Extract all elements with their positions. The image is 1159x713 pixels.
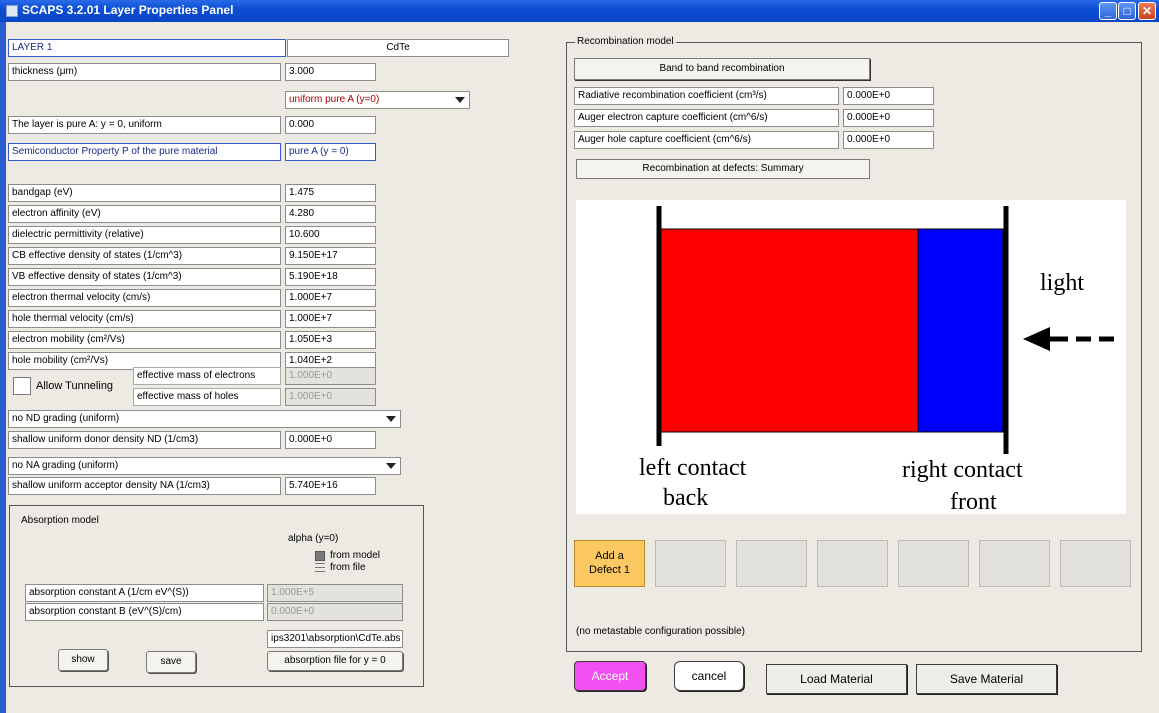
nd-grading-value: no ND grading (uniform)	[12, 413, 120, 424]
radiative-coef-input[interactable]: 0.000E+0	[843, 87, 934, 105]
current-layer-rect	[659, 228, 919, 433]
save-material-button[interactable]: Save Material	[916, 664, 1057, 694]
from-model-radio[interactable]	[315, 551, 325, 561]
composition-select[interactable]: uniform pure A (y=0)	[285, 91, 470, 109]
window-title: SCAPS 3.2.01 Layer Properties Panel	[22, 3, 234, 17]
hole-mass-label: effective mass of holes	[133, 388, 281, 406]
metastable-note: (no metastable configuration possible)	[576, 626, 745, 637]
absorption-file-path: ips3201\absorption\CdTe.abs	[267, 630, 403, 648]
chevron-down-icon	[384, 460, 398, 472]
add-defect-label-1: Add a	[595, 550, 624, 562]
property-label: VB effective density of states (1/cm^3)	[8, 268, 281, 286]
defect-slot[interactable]	[898, 540, 969, 587]
property-input[interactable]: 1.000E+7	[285, 310, 376, 328]
show-button[interactable]: show	[58, 649, 108, 671]
recombination-model-title: Recombination model	[575, 36, 676, 47]
property-label: bandgap (eV)	[8, 184, 281, 202]
allow-tunneling-label: Allow Tunneling	[36, 380, 114, 392]
defect-slot[interactable]	[979, 540, 1050, 587]
auger-hole-input[interactable]: 0.000E+0	[843, 131, 934, 149]
device-diagram: light left contact back right contact fr…	[576, 200, 1126, 515]
electron-mass-input[interactable]: 1.000E+0	[285, 367, 376, 385]
na-grading-select[interactable]: no NA grading (uniform)	[8, 457, 401, 475]
layer-name: LAYER 1	[8, 39, 286, 57]
property-input[interactable]: 9.150E+17	[285, 247, 376, 265]
property-input[interactable]: 5.190E+18	[285, 268, 376, 286]
radiative-coef-label: Radiative recombination coefficient (cm³…	[574, 87, 839, 105]
accept-button[interactable]: Accept	[574, 661, 646, 691]
pure-a-label: The layer is pure A: y = 0, uniform	[8, 116, 281, 134]
from-file-label: from file	[330, 562, 366, 573]
chevron-down-icon	[384, 413, 398, 425]
load-material-button[interactable]: Load Material	[766, 664, 907, 694]
pure-a-input[interactable]: 0.000	[285, 116, 376, 134]
thickness-label: thickness (μm)	[8, 63, 281, 81]
property-label: electron affinity (eV)	[8, 205, 281, 223]
layer-material-field[interactable]: CdTe	[287, 39, 509, 57]
defect-slot[interactable]	[817, 540, 888, 587]
minimize-button[interactable]: _	[1099, 2, 1117, 20]
nd-density-input[interactable]: 0.000E+0	[285, 431, 376, 449]
light-label: light	[1040, 270, 1085, 296]
electron-mass-label: effective mass of electrons	[133, 367, 281, 385]
light-arrow-head	[1023, 327, 1050, 351]
defects-summary-button[interactable]: Recombination at defects: Summary	[576, 159, 870, 179]
absorption-b-label: absorption constant B (eV^(S)/cm)	[25, 603, 264, 621]
property-label: hole thermal velocity (cm/s)	[8, 310, 281, 328]
add-defect-button[interactable]: Add a Defect 1	[574, 540, 645, 587]
window-border	[0, 22, 6, 713]
property-input[interactable]: 4.280	[285, 205, 376, 223]
from-file-radio[interactable]	[315, 563, 325, 572]
na-density-label: shallow uniform acceptor density NA (1/c…	[8, 477, 281, 495]
other-layer-rect	[917, 228, 1004, 433]
alpha-label: alpha (y=0)	[288, 533, 339, 544]
cancel-button[interactable]: cancel	[674, 661, 744, 691]
property-label: electron mobility (cm²/Vs)	[8, 331, 281, 349]
right-contact-label: right contact	[902, 457, 1023, 483]
composition-select-value: uniform pure A (y=0)	[289, 94, 380, 105]
defect-slot[interactable]	[736, 540, 807, 587]
absorption-file-button[interactable]: absorption file for y = 0	[267, 651, 403, 671]
add-defect-label-2: Defect 1	[589, 564, 630, 576]
chevron-down-icon	[453, 94, 467, 106]
auger-electron-label: Auger electron capture coefficient (cm^6…	[574, 109, 839, 127]
hole-mass-input[interactable]: 1.000E+0	[285, 388, 376, 406]
title-bar: SCAPS 3.2.01 Layer Properties Panel _ □ …	[0, 0, 1159, 22]
property-input[interactable]: 10.600	[285, 226, 376, 244]
auger-electron-input[interactable]: 0.000E+0	[843, 109, 934, 127]
property-input[interactable]: 1.475	[285, 184, 376, 202]
app-icon	[6, 5, 18, 17]
allow-tunneling-checkbox[interactable]	[13, 377, 31, 395]
nd-density-label: shallow uniform donor density ND (1/cm3)	[8, 431, 281, 449]
maximize-button[interactable]: □	[1118, 2, 1136, 20]
right-contact-sublabel: front	[950, 489, 997, 515]
property-label: electron thermal velocity (cm/s)	[8, 289, 281, 307]
absorption-model-title: Absorption model	[21, 515, 99, 526]
auger-hole-label: Auger hole capture coefficient (cm^6/s)	[574, 131, 839, 149]
absorption-a-label: absorption constant A (1/cm eV^(S))	[25, 584, 264, 602]
na-density-input[interactable]: 5.740E+16	[285, 477, 376, 495]
nd-grading-select[interactable]: no ND grading (uniform)	[8, 410, 401, 428]
left-contact-sublabel: back	[663, 485, 709, 511]
left-contact-label: left contact	[639, 455, 747, 481]
absorption-b-input[interactable]: 0.000E+0	[267, 603, 403, 621]
property-label: CB effective density of states (1/cm^3)	[8, 247, 281, 265]
property-input[interactable]: 1.000E+7	[285, 289, 376, 307]
property-input[interactable]: 1.050E+3	[285, 331, 376, 349]
band-to-band-button[interactable]: Band to band recombination	[574, 58, 870, 80]
property-label: dielectric permittivity (relative)	[8, 226, 281, 244]
from-model-label: from model	[330, 550, 381, 561]
semiconductor-property-value[interactable]: pure A (y = 0)	[285, 143, 376, 161]
semiconductor-property-label: Semiconductor Property P of the pure mat…	[8, 143, 281, 161]
na-grading-value: no NA grading (uniform)	[12, 460, 119, 471]
absorption-model-group: Absorption model alpha (y=0) from model …	[9, 505, 424, 687]
thickness-input[interactable]: 3.000	[285, 63, 376, 81]
defect-slot[interactable]	[1060, 540, 1131, 587]
absorption-save-button[interactable]: save	[146, 651, 196, 673]
absorption-a-input[interactable]: 1.000E+5	[267, 584, 403, 602]
close-button[interactable]: ✕	[1138, 2, 1156, 20]
defect-slot[interactable]	[655, 540, 726, 587]
